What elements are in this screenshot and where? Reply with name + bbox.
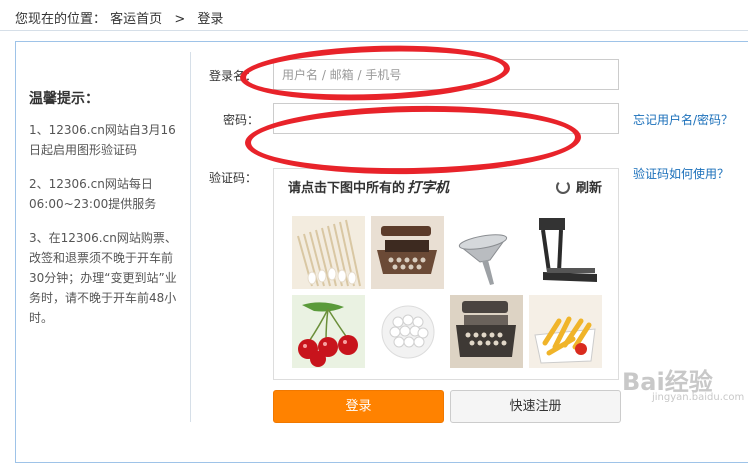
captcha-refresh-button[interactable]: 刷新 bbox=[555, 177, 602, 196]
captcha-image-treadmill[interactable] bbox=[529, 216, 602, 289]
quick-register-button[interactable]: 快速注册 bbox=[450, 390, 621, 423]
captcha-image-cherries[interactable] bbox=[292, 295, 365, 368]
tip-item-1: 1、12306.cn网站自3月16日起启用图形验证码 bbox=[29, 123, 176, 157]
captcha-image-french-fries[interactable] bbox=[529, 295, 602, 368]
tip-item-2: 2、12306.cn网站每日06:00~23:00提供服务 bbox=[29, 177, 157, 211]
refresh-label: 刷新 bbox=[575, 181, 602, 196]
captcha-image-cotton-swabs-bundle[interactable] bbox=[371, 295, 444, 368]
forgot-password-link[interactable]: 忘记用户名/密码？ bbox=[633, 111, 733, 128]
refresh-icon bbox=[555, 180, 570, 194]
panel-divider bbox=[190, 52, 191, 422]
login-button[interactable]: 登录 bbox=[273, 390, 444, 423]
tip-item-3: 3、在12306.cn网站购票、改签和退票须不晚于开车前30分钟；办理“变更到站… bbox=[29, 231, 177, 325]
captcha-image-typewriter-1[interactable] bbox=[371, 216, 444, 289]
captcha-image-funnel[interactable] bbox=[450, 216, 523, 289]
breadcrumb-current: 登录 bbox=[197, 12, 224, 27]
watermark: Bai经验 jingyan.baidu.com bbox=[622, 362, 744, 403]
captcha-image-typewriter-2[interactable] bbox=[450, 295, 523, 368]
tips-title: 温馨提示： bbox=[29, 91, 99, 107]
tips-panel: 温馨提示： 1、12306.cn网站自3月16日起启用图形验证码 2、12306… bbox=[29, 88, 185, 342]
captcha-image-cotton-swabs[interactable] bbox=[292, 216, 365, 289]
captcha-keyword: 打字机 bbox=[407, 180, 450, 196]
captcha-prompt-text: 请点击下图中所有的 bbox=[288, 181, 406, 196]
header-divider bbox=[0, 30, 748, 31]
captcha-prompt: 请点击下图中所有的 打字机 bbox=[288, 177, 449, 197]
breadcrumb-home-link[interactable]: 客运首页 bbox=[110, 12, 162, 27]
breadcrumb-separator: > bbox=[174, 12, 186, 27]
watermark-subtext: jingyan.baidu.com bbox=[652, 392, 745, 403]
breadcrumb-prefix: 您现在的位置： bbox=[15, 12, 107, 27]
breadcrumb: 您现在的位置： 客运首页 > 登录 bbox=[15, 8, 223, 27]
captcha-help-link[interactable]: 验证码如何使用？ bbox=[633, 165, 729, 182]
password-label: 密码： bbox=[223, 113, 260, 127]
captcha-box: 请点击下图中所有的 打字机 刷新 bbox=[273, 168, 619, 380]
captcha-label: 验证码： bbox=[209, 171, 258, 185]
